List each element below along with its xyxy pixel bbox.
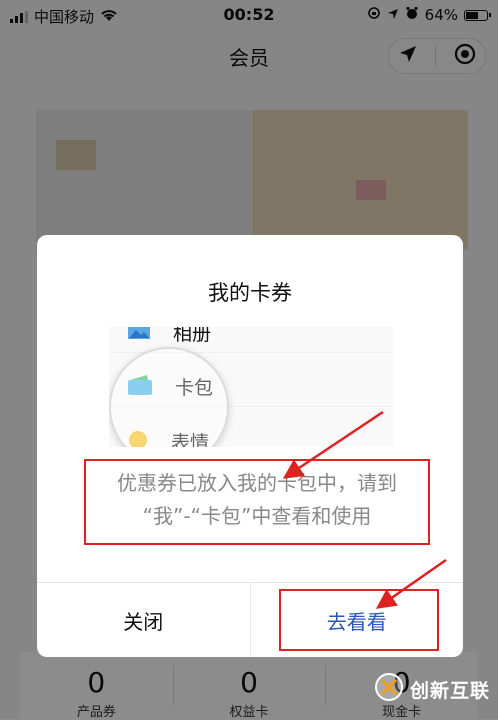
annotation-arrow-button — [375, 558, 447, 609]
watermark: 创新互联 — [374, 672, 490, 706]
watermark-text: 创新互联 — [409, 679, 490, 702]
annotation-arrows — [282, 410, 447, 609]
watermark-logo-icon — [374, 672, 404, 706]
page: 中国移动 00:52 64% 会员 0 产品券 0 权益卡 现金卡 我的卡券 相… — [0, 0, 498, 720]
annotation-arrow-message — [282, 410, 384, 479]
